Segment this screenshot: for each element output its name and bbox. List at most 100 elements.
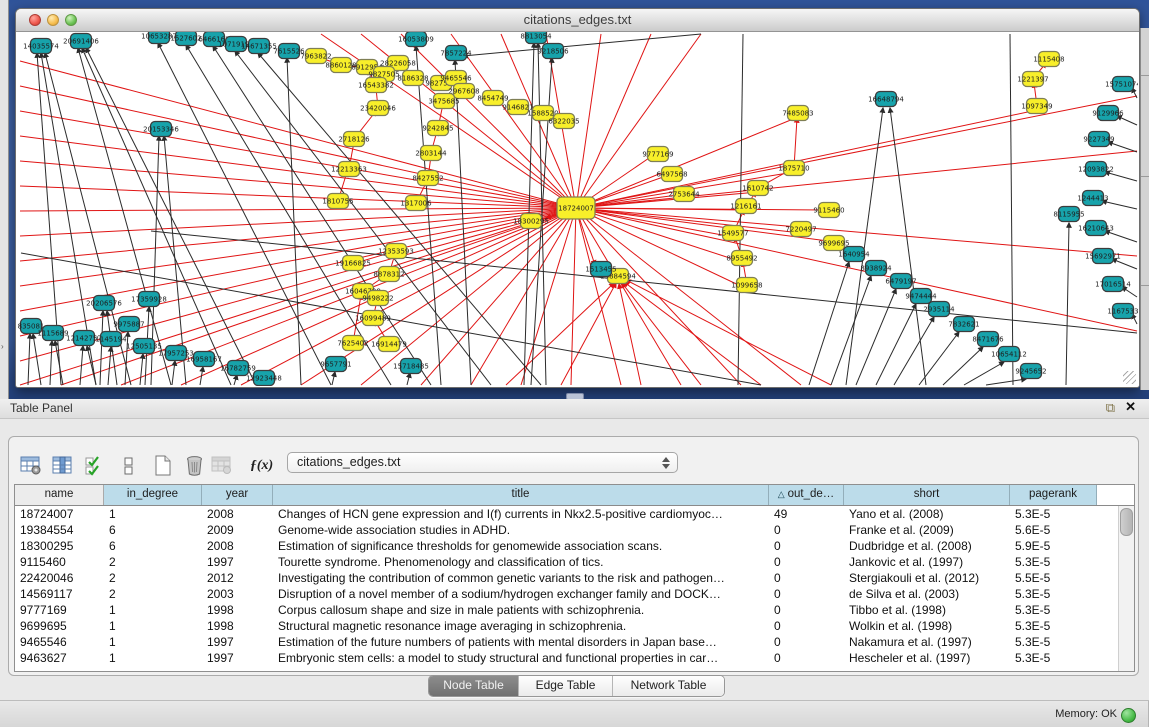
close-window-button[interactable] — [29, 14, 41, 26]
column-header[interactable]: pagerank — [1010, 485, 1097, 505]
table-row[interactable]: 946554611997Estimation of the future num… — [15, 634, 1134, 650]
graph-node[interactable]: 16648794 — [868, 92, 904, 107]
delete-column-button[interactable] — [181, 452, 208, 479]
graph-node[interactable]: 7625402 — [337, 336, 368, 351]
graph-node[interactable]: 1115408 — [1033, 52, 1064, 67]
graph-node[interactable]: 9218506 — [537, 44, 569, 59]
table-row[interactable]: 969969511998Structural magnetic resonanc… — [15, 618, 1134, 634]
graph-node[interactable]: 20691406 — [63, 34, 99, 49]
graph-node[interactable]: 2803144 — [415, 146, 447, 161]
table-cell: Tourette syndrome. Phenomenology and cla… — [273, 554, 769, 570]
svg-text:9115460: 9115460 — [813, 207, 844, 215]
graph-node[interactable]: 9242845 — [422, 121, 453, 136]
network-canvas[interactable]: 1872400718300295796382288601288912954282… — [17, 32, 1138, 386]
tab-node-table[interactable]: Node Table — [429, 676, 519, 696]
column-header[interactable]: title — [273, 485, 769, 505]
graph-node[interactable]: 1099658 — [731, 278, 762, 293]
graph-node[interactable]: 23420046 — [360, 101, 396, 116]
graph-node[interactable]: 1527602 — [170, 32, 201, 46]
window-resize-grip[interactable] — [1123, 371, 1136, 384]
minimize-window-button[interactable] — [47, 14, 59, 26]
select-columns-button[interactable] — [49, 452, 76, 479]
left-collapsed-panel[interactable]: › — [0, 0, 9, 399]
graph-node[interactable]: 2718126 — [338, 132, 370, 147]
graph-node[interactable]: 8955492 — [726, 251, 757, 266]
graph-node[interactable]: 1216161 — [730, 199, 761, 214]
window-titlebar[interactable]: citations_edges.txt — [16, 9, 1139, 32]
column-header[interactable]: name — [15, 485, 104, 505]
column-header[interactable]: in_degree — [104, 485, 202, 505]
graph-node[interactable]: 20153346 — [143, 122, 179, 137]
table-cell: 1 — [104, 506, 202, 522]
table-settings-button[interactable] — [17, 452, 44, 479]
svg-text:8186328: 8186328 — [397, 75, 428, 83]
column-header[interactable]: year — [202, 485, 273, 505]
column-header[interactable]: △out_de… — [769, 485, 844, 505]
graph-node[interactable]: 9115460 — [813, 203, 844, 218]
table-cell: 1997 — [202, 634, 273, 650]
graph-node[interactable]: 7220497 — [785, 222, 816, 237]
graph-node[interactable]: 12505135 — [126, 339, 162, 354]
svg-text:19166825: 19166825 — [335, 260, 371, 268]
graph-node[interactable]: 7832621 — [948, 317, 979, 332]
graph-node[interactable]: 1549577 — [717, 226, 748, 241]
graph-node[interactable]: 8471676 — [972, 332, 1004, 347]
graph-node[interactable]: 15692971 — [1085, 249, 1121, 264]
graph-node[interactable]: 8938924 — [860, 261, 892, 276]
graph-node[interactable]: 9245652 — [1015, 364, 1046, 379]
graph-node[interactable]: 14035574 — [23, 39, 59, 54]
graph-node[interactable]: 12353593 — [378, 244, 414, 259]
graph-node[interactable]: 15751074 — [1105, 77, 1138, 92]
table-row[interactable]: 1872400712008Changes of HCN gene express… — [15, 506, 1134, 522]
graph-node[interactable]: 7857224 — [440, 46, 472, 61]
graph-node[interactable]: 9975887 — [113, 317, 144, 332]
table-row[interactable]: 1830029562008Estimation of significance … — [15, 538, 1134, 554]
create-column-button[interactable] — [149, 452, 176, 479]
table-row[interactable]: 977716911998Corpus callosum shape and si… — [15, 602, 1134, 618]
table-row[interactable]: 1938455462009Genome-wide association stu… — [15, 522, 1134, 538]
row-options-button[interactable] — [115, 452, 142, 479]
graph-node[interactable]: 9129966 — [1092, 106, 1124, 121]
tab-edge-table[interactable]: Edge Table — [519, 676, 613, 696]
graph-node[interactable]: 16053809 — [398, 32, 434, 47]
column-header[interactable]: short — [844, 485, 1010, 505]
table-cell: 6 — [104, 522, 202, 538]
table-row[interactable]: 946362711997Embryonic stem cells: a mode… — [15, 650, 1134, 666]
tab-network-table[interactable]: Network Table — [613, 676, 724, 696]
table-scrollbar[interactable] — [1118, 506, 1134, 671]
graph-node[interactable]: 18724007 — [557, 197, 595, 219]
table-cell: 2 — [104, 554, 202, 570]
function-builder-button[interactable]: ƒ(x) — [248, 452, 275, 479]
graph-node[interactable]: 1810755 — [322, 194, 353, 209]
scrollbar-thumb[interactable] — [1120, 508, 1133, 536]
table-row[interactable]: 1456911722003Disruption of a novel membe… — [15, 586, 1134, 602]
graph-node[interactable]: 17359928 — [131, 292, 167, 307]
close-panel-icon[interactable]: ✕ — [1125, 399, 1136, 415]
panel-expand-arrow-icon[interactable]: › — [1, 342, 4, 351]
graph-node[interactable]: 10654112 — [991, 347, 1027, 362]
float-panel-icon[interactable]: ⧉ — [1106, 400, 1115, 416]
table-row[interactable]: 2242004622012Investigating the contribut… — [15, 570, 1134, 586]
table-row[interactable]: 911546021997Tourette syndrome. Phenomeno… — [15, 554, 1134, 570]
graph-node[interactable]: 8115955 — [1053, 207, 1084, 222]
graph-node[interactable]: 19166825 — [335, 256, 371, 271]
graph-node[interactable]: 1167533 — [1107, 304, 1138, 319]
graph-node[interactable]: 1244413 — [1077, 191, 1108, 206]
graph-node[interactable]: 12923448 — [246, 371, 282, 386]
graph-node[interactable]: 6497568 — [656, 167, 687, 182]
graph-node[interactable]: 16099489 — [355, 311, 391, 326]
graph-node[interactable]: 1221397 — [1017, 72, 1048, 87]
memory-status-indicator[interactable] — [1121, 708, 1136, 723]
select-all-button[interactable] — [81, 452, 108, 479]
network-graph[interactable]: 1872400718300295796382288601288912954282… — [17, 32, 1138, 386]
graph-node[interactable]: 12093822 — [1078, 162, 1114, 177]
graph-node[interactable]: 15718485 — [393, 359, 429, 374]
maximize-window-button[interactable] — [65, 14, 77, 26]
graph-node[interactable]: 9227349 — [1083, 132, 1114, 147]
graph-node[interactable]: 7485083 — [782, 106, 813, 121]
combobox-stepper-icon[interactable] — [662, 456, 670, 470]
graph-node[interactable]: 16210643 — [1078, 221, 1114, 236]
table-source-combobox[interactable]: citations_edges.txt — [287, 452, 678, 473]
graph-node[interactable]: 1097349 — [1021, 99, 1052, 114]
graph-node[interactable]: 8186328 — [397, 71, 428, 86]
